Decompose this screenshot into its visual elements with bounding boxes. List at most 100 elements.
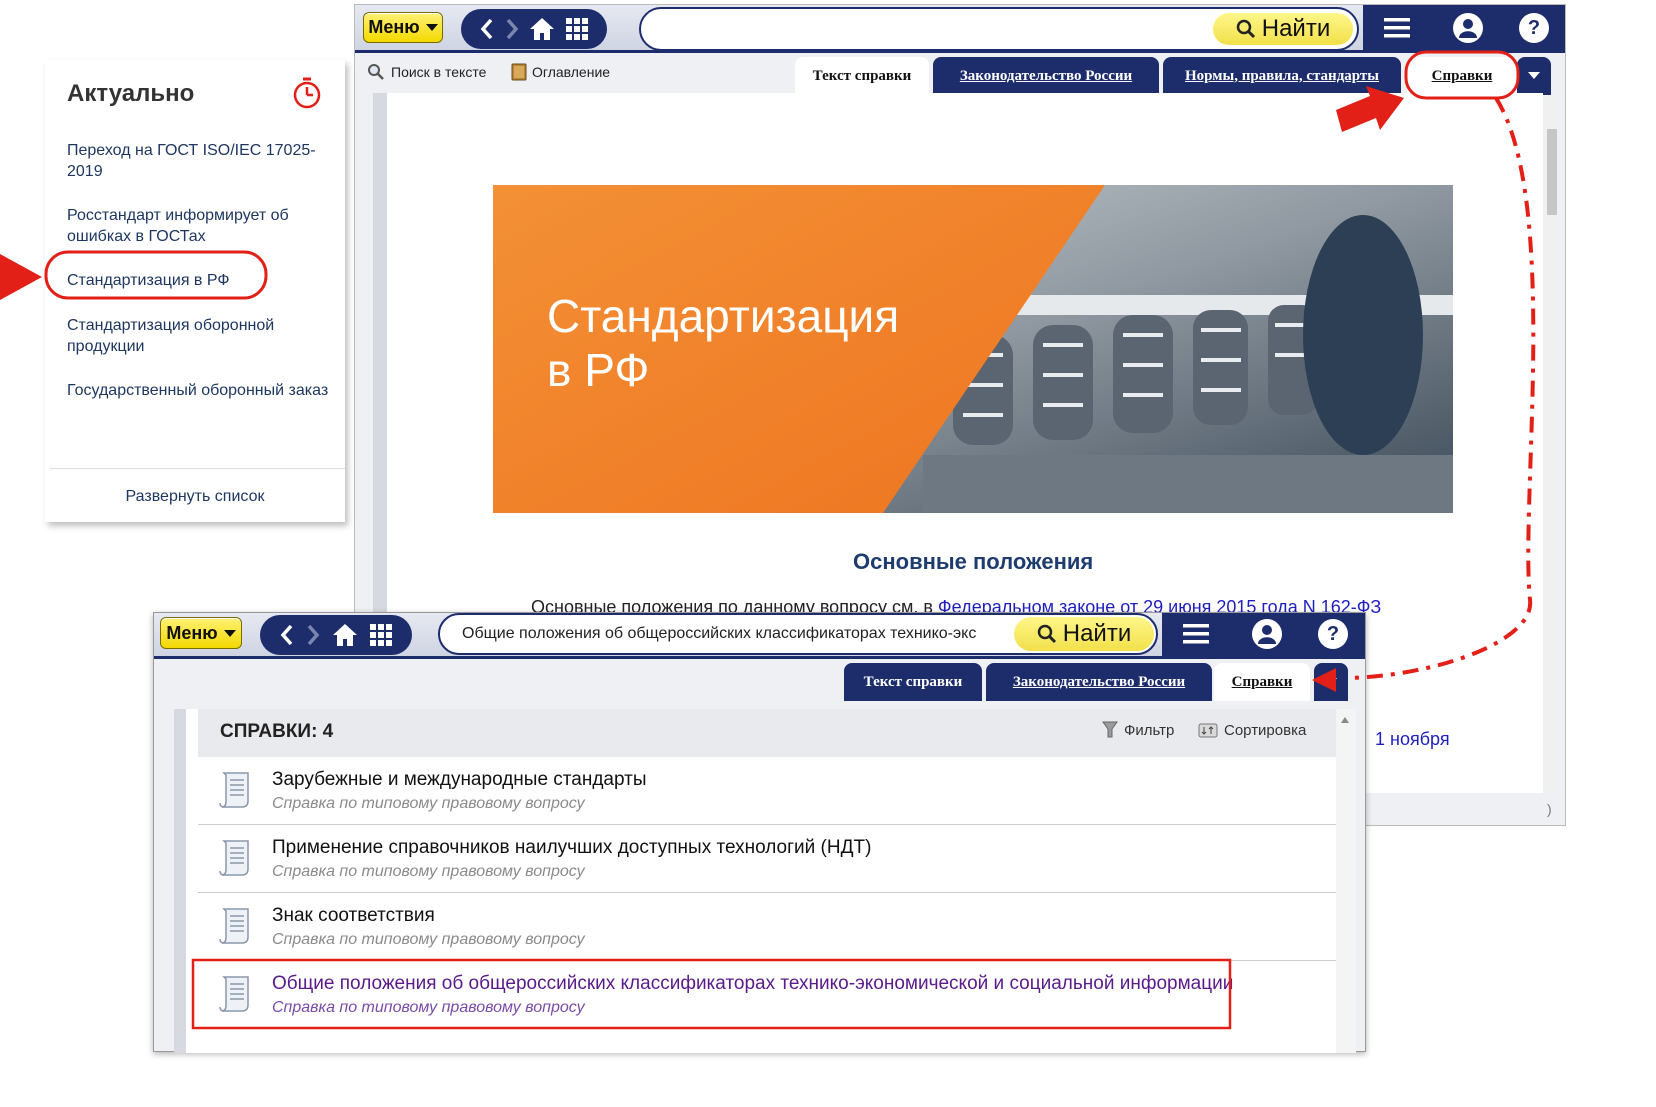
tab-label: Нормы, правила, стандарты [1184, 67, 1380, 84]
row-subtitle: Справка по типовому правовому вопросу [272, 863, 585, 880]
list-title: СПРАВКИ: 4 [220, 721, 334, 742]
section-heading: Основные положения [853, 549, 1094, 574]
tab-label: Текст справки [863, 673, 963, 690]
search-value: Общие положения об общероссийских класси… [462, 625, 977, 642]
banner-title: Стандартизация в РФ [547, 289, 899, 397]
find-button[interactable]: Найти [1014, 617, 1154, 651]
back-icon[interactable] [280, 624, 294, 646]
expand-list-link[interactable]: Развернуть список [45, 488, 345, 506]
find-label: Найти [1062, 620, 1132, 647]
tab-text[interactable]: Текст справки [844, 663, 982, 701]
pointer-arrow [0, 254, 42, 300]
panel-item-rosstandart[interactable]: Росстандарт информирует об ошибках в ГОС… [67, 205, 332, 247]
timer-icon [293, 77, 321, 109]
tab-norms[interactable]: Нормы, правила, стандарты [1163, 57, 1401, 95]
list-header: СПРАВКИ: 4 Фильтр Сортировка [198, 709, 1336, 757]
forward-icon[interactable] [306, 624, 320, 646]
chevron-down-icon [1325, 678, 1337, 685]
banner-line2: в РФ [547, 344, 650, 396]
chevron-down-icon [1528, 72, 1540, 79]
menu-label: Меню [368, 17, 420, 37]
tab-label: Законодательство России [1012, 673, 1186, 690]
list-item[interactable]: Знак соответствия Справка по типовому пр… [198, 893, 1336, 961]
home-icon[interactable] [529, 17, 555, 41]
search-in-text-label: Поиск в тексте [391, 64, 487, 80]
tab-legislation[interactable]: Законодательство России [933, 57, 1159, 95]
search-in-text-tool[interactable]: Поиск в тексте [367, 63, 486, 81]
document-icon [219, 772, 249, 808]
contents-label: Оглавление [532, 64, 611, 80]
partial-link[interactable]: 1 ноября [1375, 729, 1450, 750]
actual-panel: Актуально Переход на ГОСТ ISO/IEC 17025-… [45, 60, 345, 522]
tabs-more-button[interactable] [1517, 57, 1551, 95]
hamburger-icon[interactable] [1176, 619, 1216, 649]
search-icon [1037, 624, 1056, 644]
filter-button[interactable]: Фильтр [1102, 721, 1174, 739]
user-icon[interactable] [1451, 11, 1485, 45]
top-toolbar: Меню Найти ? [355, 5, 1565, 53]
status-char: ) [1547, 801, 1552, 817]
menu-button[interactable]: Меню [160, 617, 242, 649]
nav-group [260, 615, 412, 655]
hamburger-icon[interactable] [1377, 13, 1417, 43]
row-title: Применение справочников наилучших доступ… [272, 837, 872, 858]
row-subtitle: Справка по типовому правовому вопросу [272, 931, 585, 948]
contents-tool[interactable]: Оглавление [511, 63, 610, 81]
find-button[interactable]: Найти [1213, 13, 1353, 45]
sort-button[interactable]: Сортировка [1198, 721, 1306, 739]
banner-image: Стандартизация в РФ [493, 185, 1453, 513]
grid-icon[interactable] [370, 624, 392, 646]
help-icon[interactable]: ? [1517, 11, 1551, 45]
top-toolbar: Меню Общие положения об общероссийских к… [154, 613, 1365, 659]
filter-icon [1102, 721, 1118, 738]
banner-line1: Стандартизация [547, 290, 900, 342]
row-subtitle: Справка по типовому правовому вопросу [272, 999, 585, 1016]
references-list: СПРАВКИ: 4 Фильтр Сортировка Зарубежные … [174, 709, 1356, 1053]
home-icon[interactable] [332, 623, 358, 647]
list-item[interactable]: Зарубежные и международные стандарты Спр… [198, 757, 1336, 825]
nav-group [461, 9, 607, 49]
help-icon[interactable]: ? [1316, 617, 1350, 651]
panel-divider [50, 468, 345, 469]
tab-label: Справки [1231, 673, 1293, 690]
find-label: Найти [1261, 15, 1331, 42]
document-icon [219, 976, 249, 1012]
row-subtitle: Справка по типовому правовому вопросу [272, 795, 585, 812]
row-title: Знак соответствия [272, 905, 435, 926]
chevron-down-icon [425, 24, 438, 31]
menu-label: Меню [166, 622, 218, 643]
tabs-more-button[interactable] [1314, 663, 1348, 701]
tab-label: Текст справки [812, 67, 912, 84]
list-item[interactable]: Применение справочников наилучших доступ… [198, 825, 1336, 893]
panel-item-standardization[interactable]: Стандартизация в РФ [67, 270, 332, 291]
document-icon [219, 908, 249, 944]
sort-icon [1198, 723, 1218, 738]
user-icon[interactable] [1250, 617, 1284, 651]
row-title: Общие положения об общероссийских класси… [272, 973, 1234, 994]
front-window: Меню Общие положения об общероссийских к… [153, 612, 1366, 1053]
tab-text[interactable]: Текст справки [795, 57, 929, 95]
panel-item-gost[interactable]: Переход на ГОСТ ISO/IEC 17025-2019 [67, 140, 332, 182]
menu-button[interactable]: Меню [363, 12, 443, 43]
document-icon [219, 840, 249, 876]
tab-references[interactable]: Справки [1407, 57, 1517, 95]
tab-legislation[interactable]: Законодательство России [986, 663, 1212, 701]
forward-icon[interactable] [505, 18, 519, 40]
panel-title: Актуально [67, 80, 195, 107]
chevron-down-icon [223, 629, 236, 637]
scrollbar[interactable] [1336, 709, 1356, 1053]
sort-label: Сортировка [1224, 721, 1307, 739]
back-icon[interactable] [480, 18, 494, 40]
panel-item-defense-order[interactable]: Государственный оборонный заказ [67, 380, 332, 401]
grid-icon[interactable] [565, 18, 588, 40]
tab-references[interactable]: Справки [1214, 663, 1310, 701]
list-item[interactable]: Общие положения об общероссийских класси… [198, 961, 1336, 1029]
tab-label: Справки [1431, 67, 1493, 84]
search-icon [1236, 19, 1255, 39]
tab-label: Законодательство России [959, 67, 1133, 84]
filter-label: Фильтр [1124, 721, 1175, 739]
scrollbar[interactable] [1547, 99, 1557, 789]
search-icon [368, 64, 384, 80]
row-title: Зарубежные и международные стандарты [272, 769, 647, 790]
panel-item-defense-products[interactable]: Стандартизация оборонной продукции [67, 315, 332, 357]
